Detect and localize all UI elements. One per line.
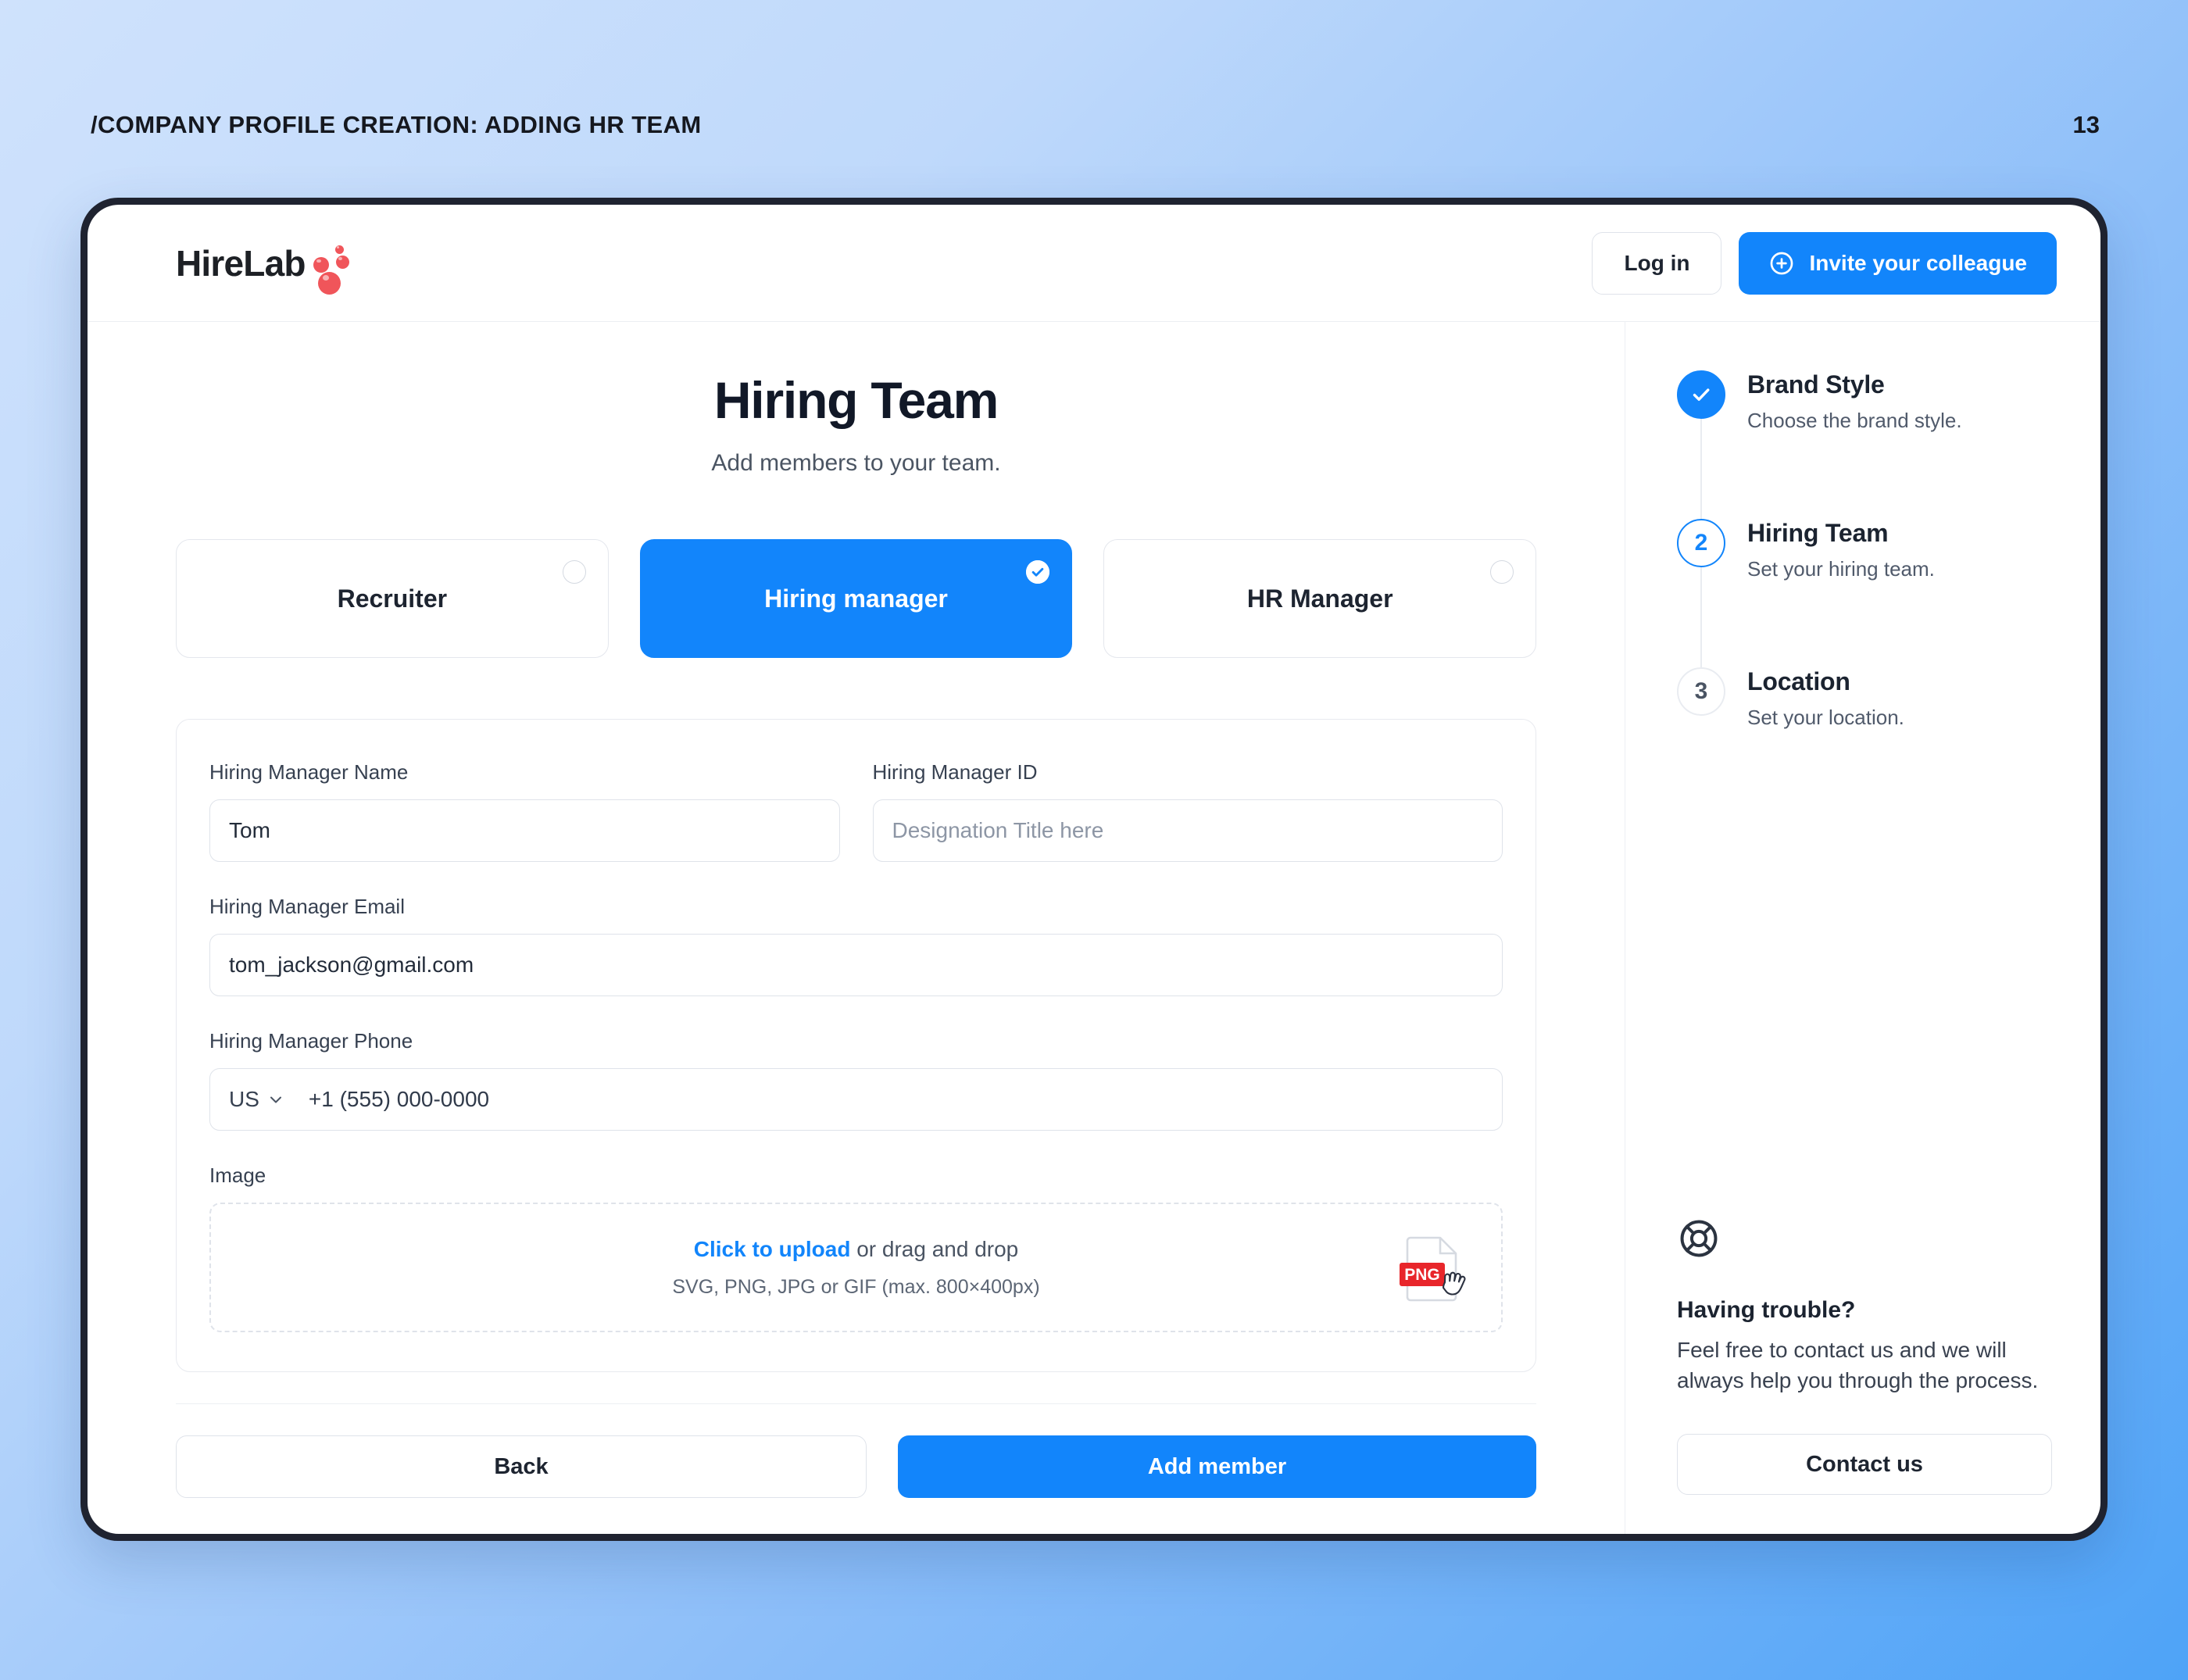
- country-code-value: US: [229, 1087, 259, 1111]
- step-text: Hiring Team Set your hiring team.: [1747, 519, 1935, 667]
- step-brand-style[interactable]: Brand Style Choose the brand style.: [1677, 370, 2052, 519]
- help-title: Having trouble?: [1677, 1296, 1856, 1323]
- slide-title: /COMPANY PROFILE CREATION: ADDING HR TEA…: [91, 111, 702, 138]
- slide-header: /COMPANY PROFILE CREATION: ADDING HR TEA…: [0, 0, 2188, 209]
- step-bullet-active: 2: [1677, 519, 1725, 567]
- radio-checked-icon[interactable]: [1026, 560, 1050, 584]
- check-circle-icon: [1026, 560, 1050, 584]
- phone-field-label: Hiring Manager Phone: [209, 1029, 413, 1053]
- hirelab-bubbles-icon: [313, 244, 349, 295]
- plus-circle-icon: [1771, 252, 1793, 274]
- device-frame: HireLab Log in Invite your colleague Hir…: [80, 198, 2108, 1541]
- phone-input[interactable]: US +1 (555) 000-0000: [209, 1068, 1503, 1131]
- help-text: Feel free to contact us and we will alwa…: [1677, 1337, 2039, 1393]
- back-button[interactable]: Back: [176, 1435, 867, 1498]
- step-text: Brand Style Choose the brand style.: [1747, 370, 1962, 519]
- step-hiring-team[interactable]: 2 Hiring Team Set your hiring team.: [1677, 519, 2052, 667]
- page-subtitle: Add members to your team.: [711, 450, 1001, 476]
- step-description: Set your location.: [1747, 706, 1904, 729]
- step-marker-wrap: 2: [1677, 519, 1725, 667]
- login-button[interactable]: Log in: [1592, 231, 1722, 295]
- slide-page-number: 13: [2072, 111, 2100, 138]
- id-input[interactable]: Designation Title here: [872, 799, 1503, 862]
- check-icon: [1693, 388, 1710, 401]
- png-file-icon: PNG: [1400, 1236, 1466, 1302]
- name-field-label: Hiring Manager Name: [209, 760, 409, 784]
- sidebar: Brand Style Choose the brand style. 2 Hi…: [1625, 322, 2100, 1534]
- role-selector: Recruiter Hiring manager HR Manager: [176, 539, 1537, 658]
- step-title: Location: [1747, 667, 1850, 695]
- name-input[interactable]: Tom: [209, 799, 840, 862]
- email-input[interactable]: tom_jackson@gmail.com: [209, 934, 1503, 996]
- page-title: Hiring Team: [713, 371, 999, 429]
- id-input-placeholder: Designation Title here: [892, 818, 1104, 842]
- step-description: Set your hiring team.: [1747, 557, 1935, 581]
- dropzone-primary-text: Click to upload or drag and drop: [694, 1237, 1019, 1262]
- field-group-image: Image Click to upload or drag and drop S…: [209, 1163, 1503, 1332]
- svg-text:PNG: PNG: [1404, 1266, 1440, 1284]
- role-card-hiring-manager[interactable]: Hiring manager: [639, 539, 1073, 658]
- email-input-value: tom_jackson@gmail.com: [229, 953, 474, 977]
- step-marker-wrap: [1677, 370, 1725, 519]
- name-input-value: Tom: [229, 818, 270, 842]
- step-connector: [1700, 419, 1702, 519]
- topbar-actions: Log in Invite your colleague: [1592, 231, 2057, 295]
- brand-logo[interactable]: HireLab: [176, 242, 349, 295]
- brand-name: HireLab: [176, 242, 306, 284]
- add-member-button[interactable]: Add member: [898, 1435, 1536, 1498]
- member-form-card: Hiring Manager Name Tom Hiring Manager I…: [176, 719, 1536, 1372]
- contact-us-button[interactable]: Contact us: [1677, 1434, 2052, 1495]
- email-field-label: Hiring Manager Email: [209, 895, 405, 918]
- phone-input-value: +1 (555) 000-0000: [308, 1087, 490, 1111]
- app-topbar: HireLab Log in Invite your colleague: [88, 205, 2100, 322]
- step-description: Choose the brand style.: [1747, 409, 1962, 432]
- dropzone-suffix: or drag and drop: [850, 1236, 1019, 1261]
- role-card-recruiter[interactable]: Recruiter: [176, 539, 609, 658]
- click-to-upload-link[interactable]: Click to upload: [694, 1237, 851, 1261]
- role-label: HR Manager: [1246, 584, 1393, 613]
- field-group-phone: Hiring Manager Phone US +1 (555) 000-000…: [209, 1029, 1503, 1131]
- help-block: Having trouble? Feel free to contact us …: [1677, 1217, 2052, 1495]
- step-location[interactable]: 3 Location Set your location.: [1677, 667, 2052, 730]
- progress-stepper: Brand Style Choose the brand style. 2 Hi…: [1677, 370, 2052, 730]
- invite-colleague-label: Invite your colleague: [1809, 250, 2027, 275]
- field-group-id: Hiring Manager ID Designation Title here: [872, 760, 1503, 862]
- app-screen: HireLab Log in Invite your colleague Hir…: [88, 205, 2100, 1534]
- image-dropzone[interactable]: Click to upload or drag and drop SVG, PN…: [209, 1203, 1503, 1332]
- role-card-hr-manager[interactable]: HR Manager: [1103, 539, 1537, 658]
- country-code-select[interactable]: US: [229, 1087, 285, 1112]
- step-title: Brand Style: [1747, 370, 1885, 399]
- form-row-name-id: Hiring Manager Name Tom Hiring Manager I…: [209, 760, 1503, 862]
- app-body: Hiring Team Add members to your team. Re…: [88, 322, 2100, 1534]
- step-bullet-completed: [1677, 370, 1725, 419]
- image-field-label: Image: [209, 1163, 266, 1187]
- step-connector: [1700, 567, 1702, 667]
- step-marker-wrap: 3: [1677, 667, 1725, 730]
- field-group-name: Hiring Manager Name Tom: [209, 760, 840, 862]
- step-text: Location Set your location.: [1747, 667, 1904, 730]
- step-bullet-todo: 3: [1677, 667, 1725, 716]
- field-group-email: Hiring Manager Email tom_jackson@gmail.c…: [209, 895, 1503, 996]
- form-footer: Back Add member: [176, 1403, 1536, 1534]
- step-title: Hiring Team: [1747, 519, 1889, 547]
- radio-unchecked-icon[interactable]: [1490, 560, 1514, 584]
- grab-hand-cursor: [1442, 1271, 1466, 1296]
- dropzone-hint: SVG, PNG, JPG or GIF (max. 800×400px): [672, 1275, 1040, 1298]
- role-label: Hiring manager: [764, 584, 948, 613]
- role-label: Recruiter: [337, 584, 448, 613]
- chevron-down-icon: [270, 1096, 281, 1103]
- id-field-label: Hiring Manager ID: [872, 760, 1038, 784]
- life-buoy-icon: [1680, 1220, 1718, 1256]
- invite-colleague-button[interactable]: Invite your colleague: [1739, 231, 2057, 295]
- main-content: Hiring Team Add members to your team. Re…: [88, 322, 1625, 1534]
- radio-unchecked-icon[interactable]: [562, 560, 586, 584]
